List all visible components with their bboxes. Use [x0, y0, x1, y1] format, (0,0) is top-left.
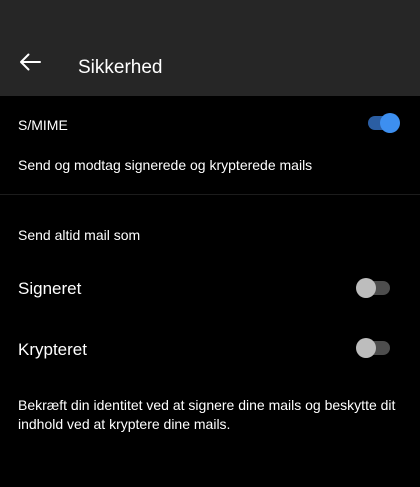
toggle-knob [356, 278, 376, 298]
smime-toggle[interactable] [364, 113, 400, 133]
encrypted-toggle[interactable] [356, 338, 392, 358]
smime-label: S/MIME [18, 117, 68, 133]
section-divider [0, 194, 420, 195]
security-note: Bekræft din identitet ved at signere din… [18, 397, 396, 432]
page-title: Sikkerhed [78, 57, 163, 78]
section-heading: Send altid mail som [18, 227, 141, 243]
toggle-knob [380, 113, 400, 133]
signed-toggle[interactable] [356, 278, 392, 298]
toggle-knob [356, 338, 376, 358]
encrypted-label: Krypteret [18, 340, 87, 359]
top-app-bar: Sikkerhed [0, 0, 420, 96]
signed-label: Signeret [18, 279, 82, 298]
back-button[interactable] [14, 46, 46, 78]
arrow-left-icon [20, 53, 41, 71]
smime-description: Send og modtag signerede og krypterede m… [18, 157, 313, 173]
